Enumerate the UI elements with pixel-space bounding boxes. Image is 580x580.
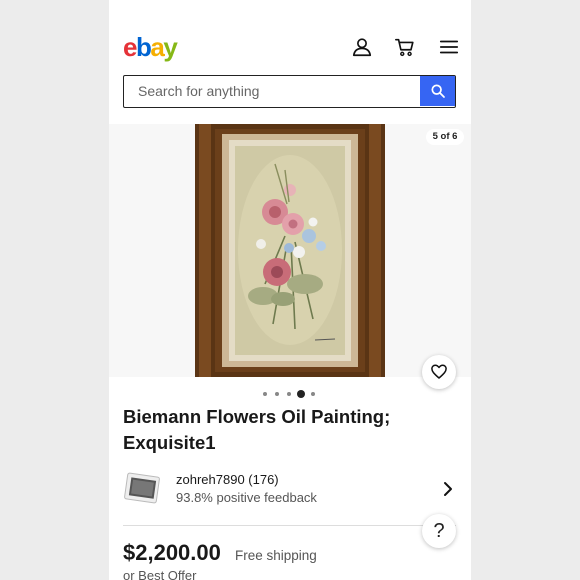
watch-button[interactable] [422, 355, 456, 389]
seller-name[interactable]: zohreh7890 (176) [176, 472, 279, 487]
menu-icon[interactable] [438, 36, 460, 58]
cart-icon[interactable] [394, 36, 416, 58]
seller-feedback: 93.8% positive feedback [176, 490, 317, 505]
header: ebay [109, 22, 471, 70]
ebay-logo[interactable]: ebay [123, 32, 178, 63]
gallery-dot[interactable] [287, 392, 291, 396]
gallery-dot[interactable] [275, 392, 279, 396]
logo-letter: y [163, 32, 177, 62]
logo-letter: e [123, 32, 137, 62]
help-button[interactable]: ? [422, 514, 456, 548]
item-title: Biemann Flowers Oil Painting; Exquisite1 [123, 406, 391, 453]
gallery-dot[interactable] [311, 392, 315, 396]
item-price: $2,200.00 [123, 540, 221, 565]
gallery-dot[interactable] [297, 390, 305, 398]
ebay-mobile-page: ebay Search for anything 5 of 6 Biemann … [109, 0, 471, 580]
search-input[interactable] [124, 76, 421, 106]
heart-icon [431, 364, 447, 379]
seller-avatar[interactable] [123, 470, 165, 508]
account-icon[interactable] [351, 36, 373, 58]
product-image[interactable] [195, 124, 385, 377]
shipping-info: Free shipping [235, 548, 317, 563]
chevron-right-icon[interactable] [441, 480, 455, 498]
image-counter: 5 of 6 [426, 129, 464, 145]
divider [123, 525, 456, 526]
logo-letter: a [150, 32, 164, 62]
best-offer-label: or Best Offer [123, 568, 197, 580]
search-bar [123, 75, 456, 108]
image-gallery[interactable] [109, 124, 471, 377]
gallery-dot[interactable] [263, 392, 267, 396]
search-icon [430, 84, 445, 98]
search-button[interactable] [420, 76, 455, 106]
logo-letter: b [135, 32, 152, 62]
